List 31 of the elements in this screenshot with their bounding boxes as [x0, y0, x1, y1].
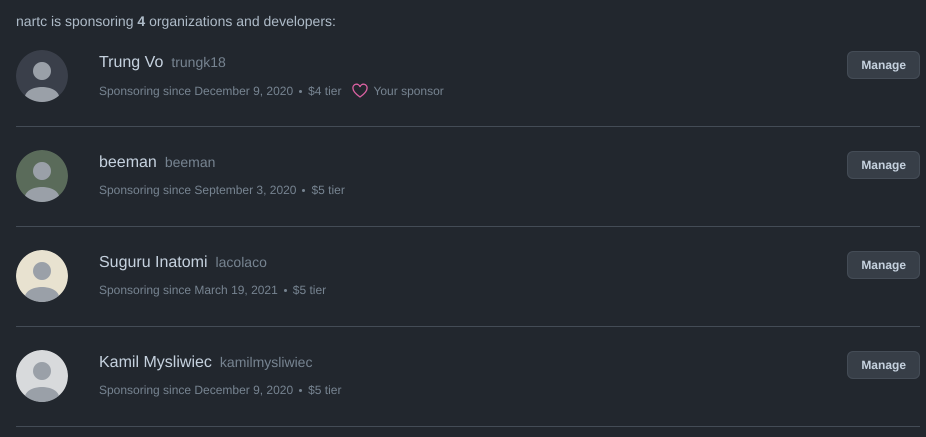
separator-dot	[299, 388, 302, 392]
tier-label: $4 tier	[308, 84, 342, 98]
tier-label: $5 tier	[292, 283, 326, 297]
manage-button[interactable]: Manage	[847, 351, 920, 379]
sponsor-login[interactable]: beeman	[164, 154, 216, 170]
heart-icon	[352, 83, 368, 99]
tier-label: $5 tier	[311, 183, 345, 197]
separator-dot	[284, 288, 287, 292]
avatar[interactable]	[16, 250, 68, 302]
tier-label: $5 tier	[308, 383, 342, 397]
sponsor-label: Your sponsor	[373, 84, 444, 98]
avatar[interactable]	[16, 50, 68, 102]
sponsorship-info: Sponsoring since December 9, 2020	[99, 84, 294, 98]
sponsor-login[interactable]: kamilmysliwiec	[220, 354, 312, 370]
sponsor-name[interactable]: Trung Vo	[99, 54, 164, 72]
avatar[interactable]	[16, 350, 68, 402]
sponsorship-info: Sponsoring since September 3, 2020	[99, 183, 296, 197]
separator-dot	[302, 188, 306, 192]
sponsor-name[interactable]: Suguru Inatomi	[99, 254, 208, 272]
manage-button[interactable]: Manage	[847, 251, 920, 279]
avatar[interactable]	[16, 150, 68, 202]
manage-button[interactable]: Manage	[847, 151, 920, 179]
manage-button[interactable]: Manage	[847, 51, 920, 79]
sponsoring-summary: nartc is sponsoring 4 organizations and developers:	[16, 12, 337, 27]
separator-dot	[299, 90, 302, 92]
sponsor-name[interactable]: Kamil Mysliwiec	[99, 354, 212, 372]
sponsorship-info: Sponsoring since December 9, 2020	[99, 383, 294, 397]
sponsor-login[interactable]: lacolaco	[216, 254, 267, 270]
sponsor-login[interactable]: trungk18	[171, 54, 226, 70]
sponsor-name[interactable]: beeman	[99, 154, 157, 172]
sponsorship-info: Sponsoring since March 19, 2021	[99, 283, 278, 297]
